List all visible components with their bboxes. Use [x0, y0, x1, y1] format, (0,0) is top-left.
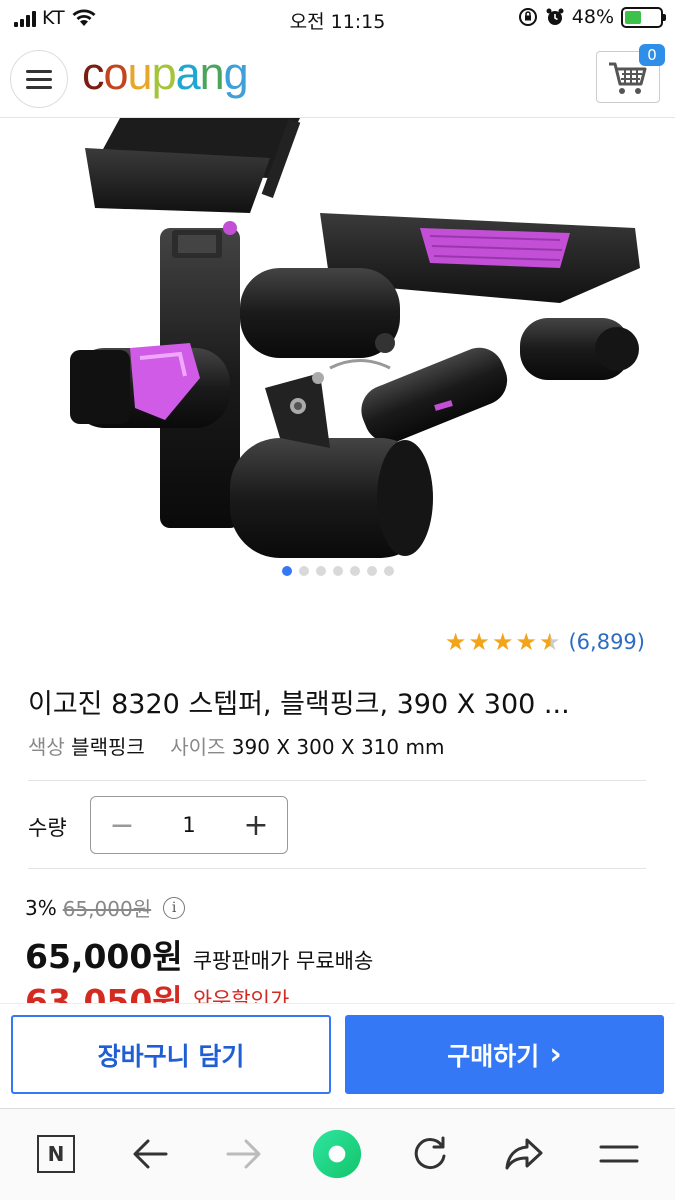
forward-button[interactable] — [219, 1129, 269, 1179]
browser-menu-button[interactable] — [594, 1129, 644, 1179]
rotation-lock-icon — [518, 8, 537, 26]
reload-icon — [414, 1136, 446, 1170]
member-price-row: 63,050원 와우할인가 — [25, 982, 289, 1004]
status-right: 48% — [518, 6, 666, 28]
decrease-button[interactable]: − — [91, 797, 153, 853]
menu-icon — [26, 69, 52, 73]
divider — [28, 868, 646, 869]
cart-button[interactable]: 0 — [596, 44, 665, 103]
pager-dot[interactable] — [281, 566, 292, 576]
divider — [28, 780, 646, 781]
discount-rate: 3% — [25, 895, 57, 920]
alarm-icon — [546, 8, 564, 25]
forward-arrow-icon — [226, 1139, 261, 1169]
buy-label: 구매하기 — [447, 1041, 540, 1071]
pager-dot[interactable] — [315, 566, 326, 576]
browser-toolbar: N — [0, 1108, 675, 1200]
original-price: 65,000원 — [62, 897, 152, 921]
half-star-icon: ★ — [538, 628, 561, 656]
share-icon — [505, 1138, 543, 1170]
star-icon: ★ — [468, 628, 490, 656]
product-options: 색상 블랙핑크 사이즈 390 X 300 X 310 mm — [28, 731, 444, 760]
member-price-label: 와우할인가 — [192, 988, 290, 1004]
purchase-actions: 장바구니 담기 구매하기 › — [0, 1003, 675, 1108]
cart-count-badge: 0 — [639, 44, 665, 66]
pager-dot[interactable] — [383, 566, 394, 576]
app-header: coupang 0 — [0, 38, 675, 118]
color-value: 블랙핑크 — [71, 735, 145, 759]
naver-n-icon: N — [37, 1135, 75, 1173]
product-title: 이고진 8320 스텝퍼, 블랙핑크, 390 X 300 ... — [28, 689, 570, 720]
info-icon[interactable]: i — [163, 896, 186, 919]
status-bar: KT 오전 11:15 48% — [0, 0, 675, 38]
home-button[interactable] — [312, 1129, 362, 1179]
home-circle-icon — [312, 1129, 362, 1179]
back-button[interactable] — [125, 1129, 175, 1179]
star-icon: ★ — [491, 628, 514, 656]
shipping-info: 쿠팡판매가 무료배송 — [192, 949, 374, 973]
buy-now-button[interactable]: 구매하기 › — [345, 1015, 664, 1094]
add-to-cart-button[interactable]: 장바구니 담기 — [11, 1015, 331, 1094]
increase-button[interactable]: + — [225, 797, 287, 853]
pager-dot[interactable] — [366, 566, 377, 576]
size-value: 390 X 300 X 310 mm — [231, 735, 445, 759]
star-icon: ★ — [444, 628, 467, 656]
chevron-right-icon: › — [549, 1036, 562, 1072]
pager-dot[interactable] — [298, 566, 309, 576]
image-pager[interactable] — [0, 566, 675, 576]
color-key: 색상 — [28, 735, 65, 759]
back-arrow-icon — [133, 1139, 168, 1169]
discount-row: 3% 65,000원 i — [25, 893, 186, 922]
current-price: 65,000원 — [25, 937, 183, 976]
review-count[interactable]: (6,899) — [568, 630, 645, 654]
pager-dot[interactable] — [349, 566, 360, 576]
member-price: 63,050원 — [25, 982, 183, 1004]
share-button[interactable] — [499, 1129, 549, 1179]
quantity-stepper: − 1 + — [90, 796, 288, 854]
coupang-logo[interactable]: coupang — [82, 48, 249, 100]
product-rating[interactable]: ★ ★ ★ ★ ★ (6,899) — [445, 630, 645, 654]
price-row: 65,000원 쿠팡판매가 무료배송 — [25, 930, 373, 978]
star-icon: ★ — [515, 628, 537, 656]
quantity-label: 수량 — [28, 816, 67, 840]
product-image[interactable] — [0, 118, 675, 588]
size-key: 사이즈 — [170, 735, 226, 759]
battery-icon — [621, 6, 666, 28]
quantity-value[interactable]: 1 — [153, 813, 225, 837]
naver-home-button[interactable]: N — [31, 1129, 81, 1179]
menu-lines-icon — [599, 1145, 639, 1163]
pager-dot[interactable] — [332, 566, 343, 576]
battery-percent: 48% — [571, 6, 614, 28]
reload-button[interactable] — [405, 1129, 455, 1179]
menu-button[interactable] — [10, 50, 68, 108]
stepper-illustration — [70, 118, 640, 558]
